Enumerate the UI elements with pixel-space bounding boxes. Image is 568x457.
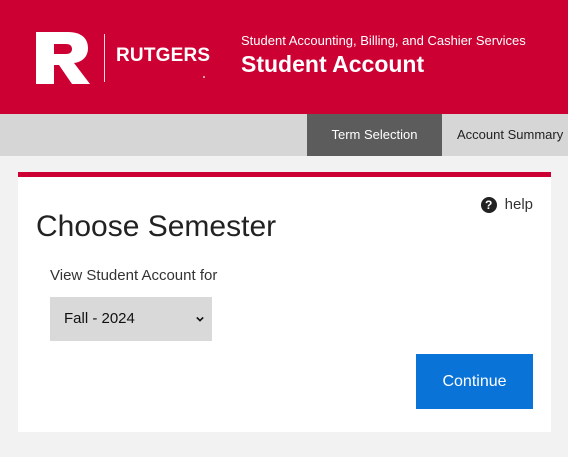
rutgers-wordmark[interactable]: RUTGERS <box>116 45 210 67</box>
logo-divider <box>104 34 105 82</box>
help-link[interactable]: ? help <box>480 196 533 213</box>
app-title: Student Account <box>241 51 425 77</box>
continue-button[interactable]: Continue <box>416 354 533 409</box>
site-header: RUTGERS Student Accounting, Billing, and… <box>0 0 568 114</box>
tab-term-selection[interactable]: Term Selection <box>307 114 442 156</box>
question-circle-icon: ? <box>480 196 497 213</box>
help-label: help <box>504 196 533 213</box>
rutgers-r-logo-icon[interactable] <box>34 30 92 86</box>
wordmark-dot <box>203 76 205 78</box>
choose-semester-card: ? help Choose Semester View Student Acco… <box>18 172 551 432</box>
term-field-label: View Student Account for <box>50 267 218 284</box>
term-select[interactable]: Fall - 2024 <box>50 297 212 341</box>
chevron-down-icon <box>196 316 204 322</box>
term-select-value: Fall - 2024 <box>64 310 135 327</box>
page-title: Choose Semester <box>36 210 277 243</box>
tab-account-summary[interactable]: Account Summary <box>457 114 563 156</box>
department-name: Student Accounting, Billing, and Cashier… <box>241 33 526 48</box>
nav-bar: Term Selection Account Summary <box>0 114 568 156</box>
